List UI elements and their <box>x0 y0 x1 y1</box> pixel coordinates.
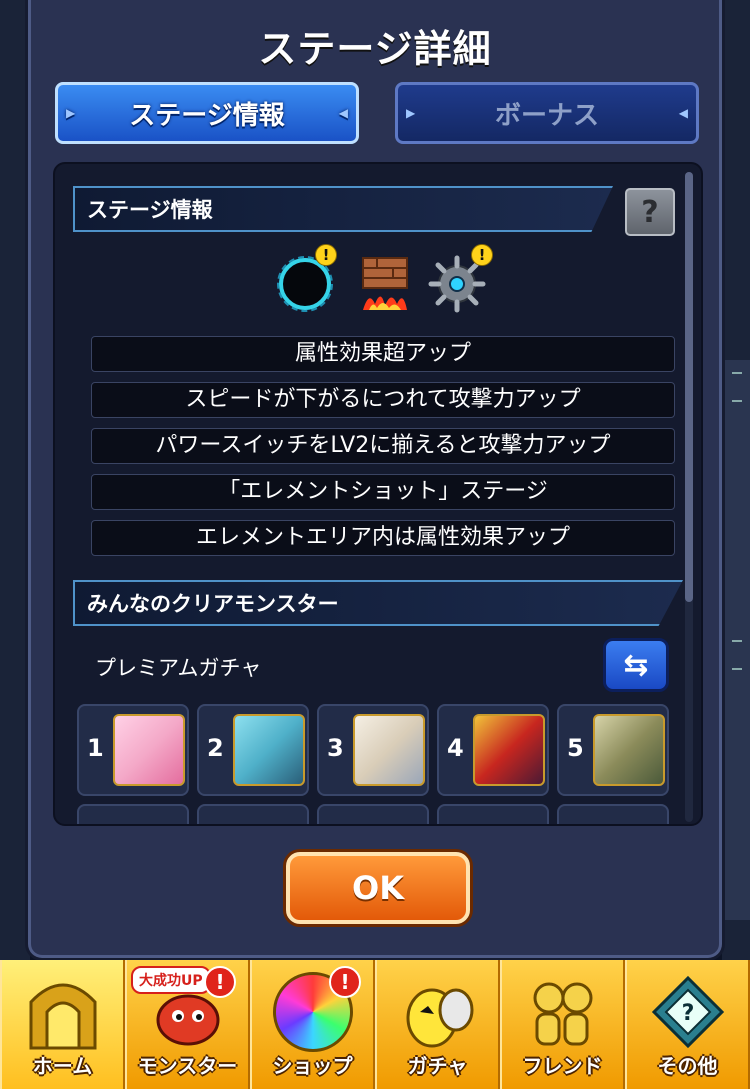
ok-label: OK <box>352 869 404 907</box>
effect-line: 「エレメントショット」ステージ <box>91 474 675 510</box>
nav-label: フレンド <box>522 1054 603 1078</box>
tab-bonus[interactable]: ▶ ボーナス ◀ <box>395 82 699 144</box>
gimmick-icons: ! ! <box>275 244 515 320</box>
success-up-ribbon: 大成功UP <box>131 966 211 994</box>
stage-detail-modal: ステージ詳細 ▶ ステージ情報 ◀ ▶ ボーナス ◀ ステージ情報 ? ! ! … <box>28 0 722 958</box>
help-button[interactable]: ? <box>625 188 675 236</box>
monster-portrait <box>593 714 665 786</box>
clear-monster-slot[interactable]: 5 <box>557 704 669 796</box>
clear-monster-slot[interactable]: 1 <box>77 704 189 796</box>
nav-label: ホーム <box>32 1054 93 1078</box>
clear-monster-slot[interactable] <box>437 804 549 824</box>
monster-portrait <box>353 714 425 786</box>
stage-info-panel[interactable]: ステージ情報 ? ! ! 属性効果超アップ スピードが下がるにつれて攻撃力アップ… <box>53 162 703 826</box>
rank-number: 2 <box>207 734 224 762</box>
nav-monster[interactable]: 大成功UP ! モンスター <box>125 960 250 1089</box>
clear-monster-slot[interactable] <box>557 804 669 824</box>
other-menu-icon: ? <box>648 972 728 1052</box>
svg-text:?: ? <box>681 1001 694 1026</box>
damage-wall-icon[interactable] <box>355 254 415 314</box>
effect-line: 属性効果超アップ <box>91 336 675 372</box>
effect-line: スピードが下がるにつれて攻撃力アップ <box>91 382 675 418</box>
section-title: ステージ情報 <box>87 198 213 222</box>
alert-badge-icon: ! <box>329 966 361 998</box>
warning-icon: ! <box>471 244 493 266</box>
nav-label: モンスター <box>137 1054 238 1078</box>
background-left <box>0 0 30 960</box>
rank-number: 3 <box>327 734 344 762</box>
swap-icon: ⇆ <box>623 647 649 683</box>
nav-home[interactable]: ホーム <box>0 960 125 1089</box>
tab-arrow-left-icon: ▶ <box>66 106 76 120</box>
nav-shop[interactable]: ! ショップ <box>250 960 375 1089</box>
rank-number: 4 <box>447 734 464 762</box>
monster-portrait <box>473 714 545 786</box>
nav-gacha[interactable]: ガチャ <box>375 960 500 1089</box>
tab-arrow-right-icon: ◀ <box>678 106 688 120</box>
section-header-stage-info: ステージ情報 <box>73 186 613 232</box>
clear-monster-slot[interactable] <box>317 804 429 824</box>
modal-title: ステージ詳細 <box>258 27 492 71</box>
clear-monster-slot[interactable] <box>77 804 189 824</box>
scrollbar-thumb[interactable] <box>685 172 693 602</box>
tab-arrow-right-icon: ◀ <box>338 106 348 120</box>
nav-label: その他 <box>657 1054 718 1078</box>
rank-number: 1 <box>87 734 104 762</box>
gacha-egg-icon <box>398 972 478 1052</box>
friend-icon <box>523 972 603 1052</box>
help-icon: ? <box>641 194 659 230</box>
effect-line: エレメントエリア内は属性効果アップ <box>91 520 675 556</box>
tab-arrow-left-icon: ▶ <box>406 106 416 120</box>
gacha-source-label: プレミアムガチャ <box>95 656 262 680</box>
nav-label: ガチャ <box>407 1054 468 1078</box>
tab-stage-info[interactable]: ▶ ステージ情報 ◀ <box>55 82 359 144</box>
section-title: みんなのクリアモンスター <box>87 592 339 616</box>
tab-label: ボーナス <box>494 100 599 131</box>
effect-line: パワースイッチをLV2に揃えると攻撃力アップ <box>91 428 675 464</box>
monster-portrait <box>233 714 305 786</box>
tab-label: ステージ情報 <box>129 100 285 131</box>
swap-button[interactable]: ⇆ <box>603 638 669 692</box>
clear-monster-slot[interactable]: 4 <box>437 704 549 796</box>
section-header-clear-monsters: みんなのクリアモンスター <box>73 580 683 626</box>
rank-number: 5 <box>567 734 584 762</box>
monster-portrait <box>113 714 185 786</box>
background-scroll-handle <box>722 360 750 920</box>
alert-badge-icon: ! <box>204 966 236 998</box>
bottom-nav: ホーム 大成功UP ! モンスター ! ショップ ガチャ フレンド ? その他 <box>0 960 750 1089</box>
clear-monster-slot[interactable]: 3 <box>317 704 429 796</box>
home-gate-icon <box>23 972 103 1052</box>
nav-other[interactable]: ? その他 <box>625 960 750 1089</box>
nav-friend[interactable]: フレンド <box>500 960 625 1089</box>
clear-monster-slot[interactable] <box>197 804 309 824</box>
warning-icon: ! <box>315 244 337 266</box>
clear-monster-slot[interactable]: 2 <box>197 704 309 796</box>
nav-label: ショップ <box>272 1054 353 1078</box>
ok-button[interactable]: OK <box>286 852 470 924</box>
